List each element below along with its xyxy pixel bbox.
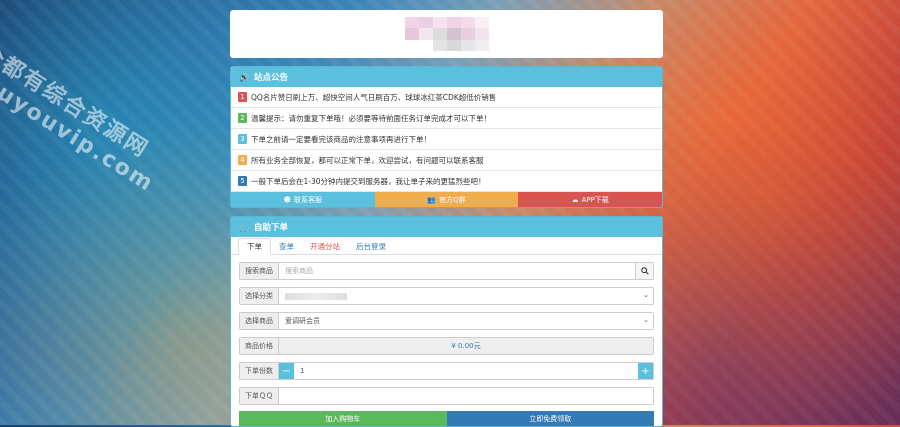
volume-icon: 🔊 — [239, 72, 249, 82]
qq-label: 下单ＱＱ — [240, 388, 279, 404]
add-cart-button[interactable]: 加入购物车 — [239, 411, 447, 426]
notice-title: 站点公告 — [253, 73, 288, 83]
notice-item: 4 所有业务全部恢复，都可以正常下单，欢迎尝试，有问题可以联系客服 — [231, 150, 662, 171]
cloud-download-icon: ☁ — [571, 195, 579, 204]
tab-4[interactable]: 后台登录 — [348, 239, 394, 254]
notice-button-label: 联系客服 — [293, 195, 322, 204]
quantity-input[interactable]: 1 — [294, 363, 638, 379]
category-label: 选择分类 — [240, 288, 279, 304]
qq-icon: ☻ — [283, 195, 291, 204]
order-title: 自助下单 — [253, 223, 288, 233]
quantity-row: 下单份数 − 1 + — [239, 362, 654, 380]
notice-number-badge: 1 — [238, 92, 247, 102]
notice-item: 1 QQ名片赞日刷上万、超快空间人气日刷百万、球球冰红茶CDK超低价销售 — [231, 87, 662, 108]
notice-item: 5 一般下单后会在1-30分钟内提交到服务器，我让单子来的更猛烈些吧！ — [231, 171, 662, 192]
quantity-label: 下单份数 — [240, 363, 279, 379]
notice-text: 温馨提示：请勿重复下单哦！必须要等待前面任务订单完成才可以下单！ — [251, 113, 491, 123]
notice-number-badge: 5 — [238, 176, 247, 186]
notice-button-label: APP下载 — [581, 195, 609, 204]
tab-3[interactable]: 开通分站 — [302, 239, 348, 254]
product-row: 选择商品 爱调研会员 ⌄ — [239, 312, 654, 330]
order-form: 搜索商品 搜索商品 选择分类 ⌄ 选择商品 爱调研会员 ⌄ 商品价格 ¥ 0.0… — [231, 255, 662, 426]
tab-1[interactable]: 下单 — [238, 238, 271, 255]
notice-button-2[interactable]: 👥 官方Q群 — [374, 192, 519, 207]
category-value-blurred — [285, 292, 347, 300]
category-row: 选择分类 ⌄ — [239, 287, 654, 305]
minus-button[interactable]: − — [279, 363, 294, 379]
search-icon — [640, 267, 649, 275]
notice-buttons: ☻ 联系客服 👥 官方Q群 ☁ APP下载 — [231, 192, 662, 207]
notice-panel: 🔊 站点公告 1 QQ名片赞日刷上万、超快空间人气日刷百万、球球冰红茶CDK超低价… — [230, 66, 663, 208]
main-column: 🔊 站点公告 1 QQ名片赞日刷上万、超快空间人气日刷百万、球球冰红茶CDK超低价… — [230, 10, 663, 427]
price-value: ¥ 0.00元 — [279, 338, 653, 354]
notice-text: QQ名片赞日刷上万、超快空间人气日刷百万、球球冰红茶CDK超低价销售 — [251, 92, 497, 102]
notice-number-badge: 2 — [238, 113, 247, 123]
notice-button-label: 官方Q群 — [439, 195, 466, 204]
order-tabs: 下单 查单 开通分站 后台登录 — [231, 237, 662, 255]
product-label: 选择商品 — [240, 313, 279, 329]
price-label: 商品价格 — [240, 338, 279, 354]
notice-header: 🔊 站点公告 — [231, 67, 662, 87]
notice-number-badge: 3 — [238, 134, 247, 144]
notice-text: 一般下单后会在1-30分钟内提交到服务器，我让单子来的更猛烈些吧！ — [251, 176, 486, 186]
notice-number-badge: 4 — [238, 155, 247, 165]
notice-button-3[interactable]: ☁ APP下载 — [518, 192, 662, 207]
group-icon: 👥 — [427, 195, 437, 204]
notice-text: 所有业务全部恢复，都可以正常下单，欢迎尝试，有问题可以联系客服 — [251, 155, 484, 165]
claim-button[interactable]: 立即免费领取 — [446, 411, 654, 426]
notice-item: 3 下单之前请一定要看完该商品的注意事项再进行下单！ — [231, 129, 662, 150]
tab-2[interactable]: 查单 — [271, 239, 302, 254]
plus-button[interactable]: + — [638, 363, 653, 379]
site-logo — [404, 17, 489, 51]
order-panel: 🛒 自助下单 下单 查单 开通分站 后台登录 搜索商品 搜索商品 选择分类 ⌄ 选择商… — [230, 216, 663, 427]
category-select[interactable]: ⌄ — [279, 288, 653, 304]
notice-item: 2 温馨提示：请勿重复下单哦！必须要等待前面任务订单完成才可以下单！ — [231, 108, 662, 129]
search-label: 搜索商品 — [240, 263, 279, 279]
order-header: 🛒 自助下单 — [231, 217, 662, 237]
product-select[interactable]: 爱调研会员 ⌄ — [279, 313, 653, 329]
chevron-down-icon: ⌄ — [643, 291, 649, 299]
qq-input[interactable] — [279, 388, 653, 404]
notice-list: 1 QQ名片赞日刷上万、超快空间人气日刷百万、球球冰红茶CDK超低价销售 2 温馨提示… — [231, 87, 662, 192]
qq-row: 下单ＱＱ — [239, 387, 654, 405]
notice-button-1[interactable]: ☻ 联系客服 — [231, 192, 375, 207]
price-row: 商品价格 ¥ 0.00元 — [239, 337, 654, 355]
chevron-down-icon: ⌄ — [643, 316, 649, 324]
search-row: 搜索商品 搜索商品 — [239, 262, 654, 280]
logo-box — [230, 10, 663, 58]
product-value: 爱调研会员 — [285, 317, 320, 325]
search-button[interactable] — [635, 263, 653, 279]
order-actions: 加入购物车 立即免费领取 — [239, 411, 654, 426]
search-input[interactable]: 搜索商品 — [279, 263, 635, 279]
notice-text: 下单之前请一定要看完该商品的注意事项再进行下单！ — [251, 134, 431, 144]
cart-icon: 🛒 — [239, 222, 249, 232]
